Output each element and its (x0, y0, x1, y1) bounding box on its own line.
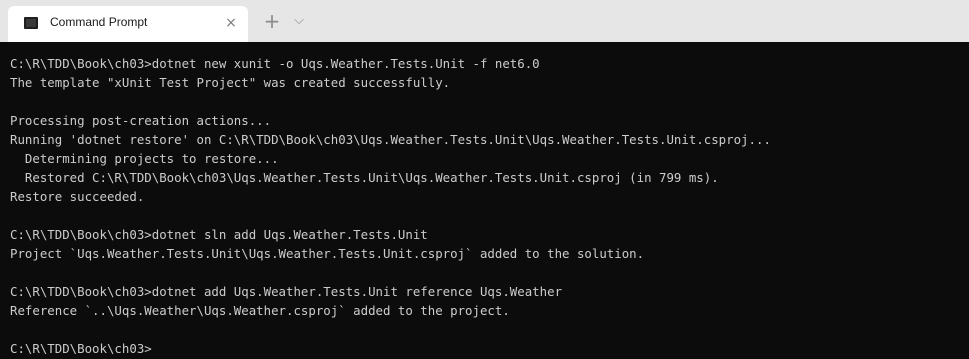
close-icon[interactable]: × (221, 13, 241, 33)
tab-title: Command Prompt (50, 15, 148, 29)
terminal-output[interactable]: C:\R\TDD\Book\ch03>dotnet new xunit -o U… (10, 54, 965, 354)
terminal-line: C:\R\TDD\Book\ch03>dotnet sln add Uqs.We… (10, 227, 428, 242)
tab-command-prompt[interactable]: Command Prompt × (8, 6, 248, 42)
terminal-line: Reference `..\Uqs.Weather\Uqs.Weather.cs… (10, 303, 510, 318)
terminal-line: Processing post-creation actions... (10, 113, 272, 128)
chevron-down-icon[interactable]: ⌵ (289, 10, 309, 32)
terminal-line: Restored C:\R\TDD\Book\ch03\Uqs.Weather.… (10, 170, 719, 185)
terminal-prompt-line[interactable]: C:\R\TDD\Book\ch03> (10, 339, 965, 354)
plus-icon[interactable]: + (261, 10, 283, 32)
terminal-line: Restore succeeded. (10, 189, 145, 204)
terminal-line: Project `Uqs.Weather.Tests.Unit\Uqs.Weat… (10, 246, 645, 261)
terminal-line: Running 'dotnet restore' on C:\R\TDD\Boo… (10, 132, 771, 147)
tab-bar: Command Prompt × + ⌵ (0, 0, 969, 42)
terminal-line: C:\R\TDD\Book\ch03>dotnet new xunit -o U… (10, 56, 540, 71)
terminal-line: The template "xUnit Test Project" was cr… (10, 75, 451, 90)
terminal-line: C:\R\TDD\Book\ch03>dotnet add Uqs.Weathe… (10, 284, 563, 299)
terminal-line: Determining projects to restore... (10, 151, 279, 166)
command-prompt-window: Command Prompt × + ⌵ C:\R\TDD\Book\ch03>… (0, 0, 969, 359)
command-prompt-icon (24, 17, 38, 29)
